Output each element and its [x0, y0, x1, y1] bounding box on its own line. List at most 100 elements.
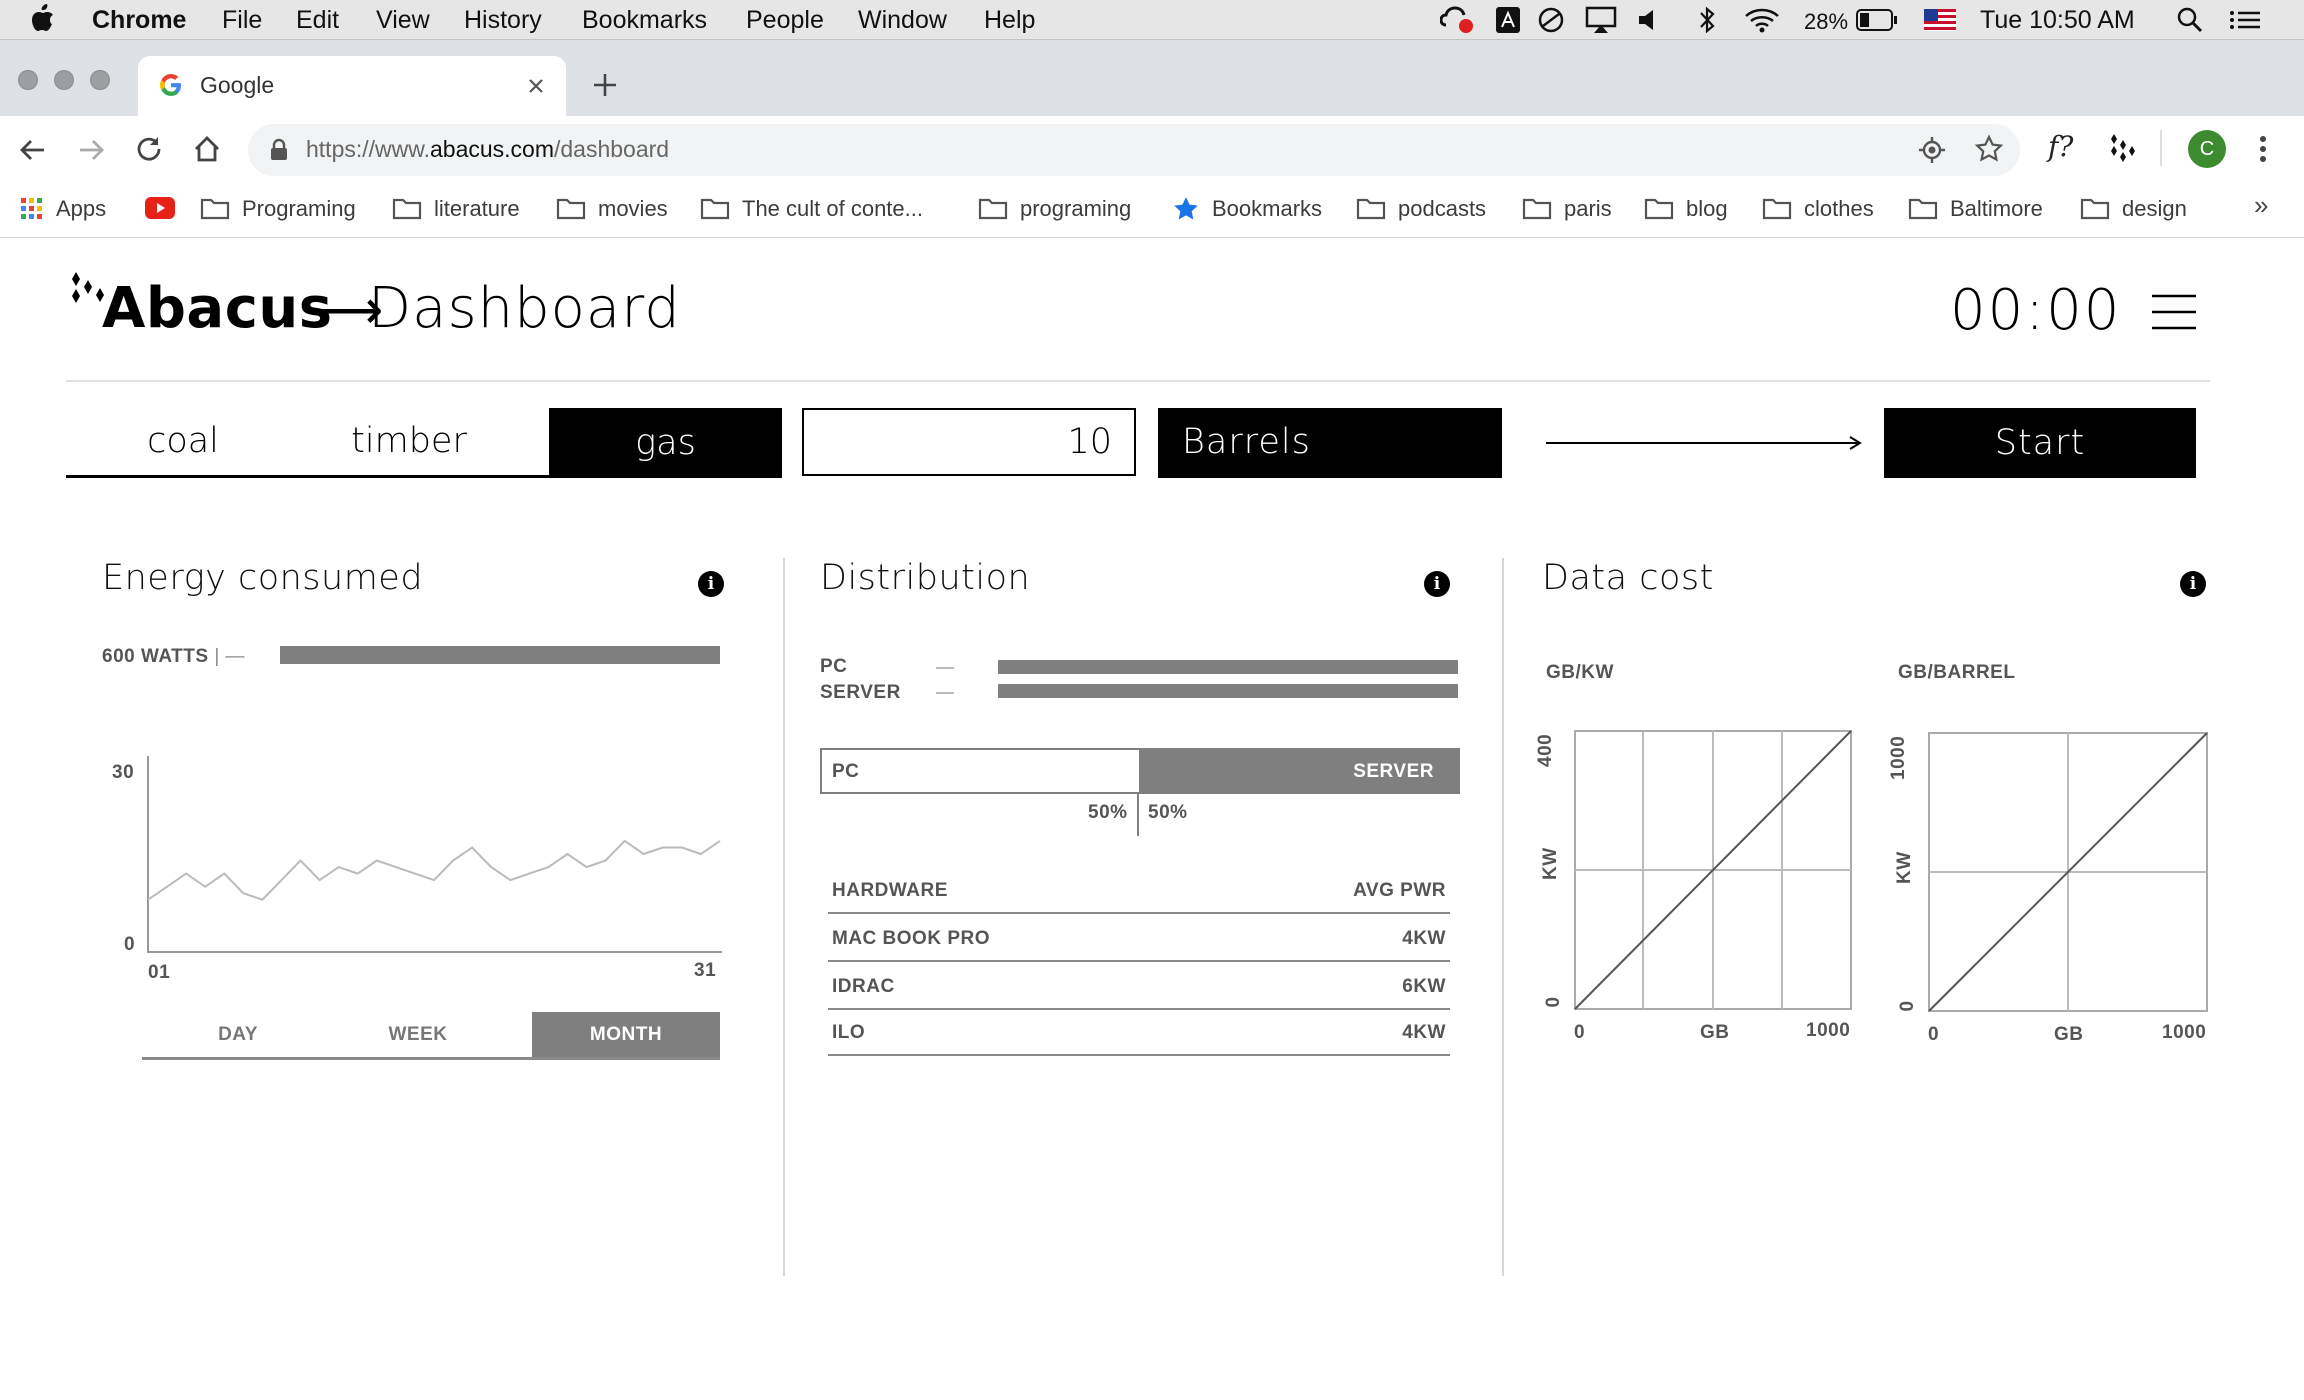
pc-bar	[998, 660, 1458, 674]
energy-panel-title: Energy consumed	[102, 558, 424, 598]
us-flag-icon[interactable]	[1924, 9, 1956, 31]
address-bar[interactable]: https://www.abacus.com/dashboard	[248, 124, 2020, 176]
quantity-value: 10	[1067, 422, 1112, 462]
youtube-icon[interactable]	[144, 196, 176, 220]
menu-help[interactable]: Help	[984, 6, 1035, 34]
range-week-tab[interactable]: WEEK	[322, 1012, 514, 1057]
gb-barrel-y-max-label: 1000	[1888, 735, 1909, 780]
folder-icon	[1522, 198, 1552, 220]
col-avg-pwr: AVG PWR	[1353, 880, 1446, 901]
gb-kw-y-max-label: 400	[1535, 733, 1556, 767]
url-text[interactable]: https://www.abacus.com/dashboard	[306, 136, 669, 163]
table-row: IDRAC 6KW	[828, 964, 1450, 1010]
menu-people[interactable]: People	[746, 6, 824, 34]
bookmark-folder-paris[interactable]: paris	[1522, 192, 1612, 226]
unit-select[interactable]: Barrels	[1158, 408, 1502, 478]
bookmark-folder-podcasts[interactable]: podcasts	[1356, 192, 1486, 226]
start-button[interactable]: Start	[1884, 408, 2196, 478]
brand-name[interactable]: Abacus	[102, 276, 333, 341]
bookmark-bookmarks[interactable]: Bookmarks	[1172, 192, 1322, 226]
resource-coal-tab[interactable]: coal	[66, 408, 300, 475]
apple-logo-icon[interactable]	[30, 4, 56, 34]
folder-icon	[2080, 198, 2110, 220]
clock[interactable]: Tue 10:50 AM	[1980, 6, 2135, 34]
menu-bookmarks[interactable]: Bookmarks	[582, 6, 707, 34]
bookmark-folder-blog[interactable]: blog	[1644, 192, 1728, 226]
home-icon[interactable]	[192, 134, 222, 164]
profile-avatar[interactable]: C	[2188, 130, 2226, 168]
distribution-panel-title: Distribution	[820, 558, 1031, 598]
bookmark-label: paris	[1564, 196, 1612, 221]
watts-bar	[280, 646, 720, 664]
bookmark-label: The cult of conte...	[742, 196, 923, 221]
bookmark-folder-programing-2[interactable]: programing	[978, 192, 1131, 226]
quantity-input[interactable]: 10	[802, 408, 1136, 476]
hamburger-menu-icon[interactable]	[2150, 292, 2198, 332]
wifi-icon[interactable]	[1742, 5, 1782, 35]
window-minimize-button[interactable]	[54, 70, 74, 90]
tab-close-icon[interactable]	[526, 76, 546, 96]
energy-x-end-label: 31	[694, 960, 717, 981]
browser-tab[interactable]: Google	[138, 56, 566, 116]
bookmark-folder-movies[interactable]: movies	[556, 192, 668, 226]
range-day-tab[interactable]: DAY	[142, 1012, 334, 1057]
bookmark-folder-literature[interactable]: literature	[392, 192, 520, 226]
menu-file[interactable]: File	[222, 6, 262, 34]
gb-kw-x-axis-label: GB	[1700, 1022, 1730, 1043]
volume-icon[interactable]	[1636, 5, 1664, 35]
menu-window[interactable]: Window	[858, 6, 947, 34]
creative-cloud-icon[interactable]	[1440, 5, 1476, 35]
distribution-info-icon[interactable]: i	[1424, 571, 1450, 597]
notification-center-icon[interactable]	[2228, 5, 2262, 35]
data-cost-info-icon[interactable]: i	[2180, 571, 2206, 597]
resource-timber-tab[interactable]: timber	[292, 408, 526, 475]
apps-grid-icon	[21, 198, 42, 219]
hardware-name: ILO	[832, 1022, 866, 1043]
abacus-extension-icon[interactable]	[2108, 132, 2138, 164]
range-month-tab[interactable]: MONTH	[532, 1012, 720, 1057]
gb-barrel-y-axis-label: KW	[1894, 851, 1915, 884]
fontface-extension-icon[interactable]: f?	[2048, 130, 2073, 163]
adobe-acrobat-icon[interactable]	[1494, 5, 1522, 35]
energy-info-icon[interactable]: i	[698, 571, 724, 597]
battery-percent: 28%	[1804, 9, 1849, 34]
bookmarks-overflow-button[interactable]: »	[2254, 190, 2268, 221]
bookmark-folder-design[interactable]: design	[2080, 192, 2187, 226]
back-icon[interactable]	[18, 136, 48, 164]
hardware-pwr: 6KW	[1402, 976, 1446, 997]
bookmark-apps[interactable]: Apps	[20, 192, 106, 226]
unit-value: Barrels	[1182, 422, 1311, 462]
bluetooth-icon[interactable]	[1696, 5, 1718, 35]
forward-icon[interactable]	[76, 136, 106, 164]
window-close-button[interactable]	[18, 70, 38, 90]
location-icon[interactable]	[1918, 136, 1946, 164]
bookmark-folder-baltimore[interactable]: Baltimore	[1908, 192, 2043, 226]
window-zoom-button[interactable]	[90, 70, 110, 90]
gb-kw-y-min-label: 0	[1543, 996, 1564, 1008]
resource-gas-tab[interactable]: gas	[549, 408, 782, 478]
menu-view[interactable]: View	[376, 6, 430, 34]
menu-edit[interactable]: Edit	[296, 6, 339, 34]
energy-x-start-label: 01	[148, 962, 171, 983]
bookmark-label: Bookmarks	[1212, 196, 1323, 221]
bookmark-label: Baltimore	[1950, 196, 2043, 221]
bookmark-label: blog	[1686, 196, 1728, 221]
airplay-icon[interactable]	[1584, 5, 1618, 35]
do-not-disturb-icon[interactable]	[1536, 5, 1566, 35]
bookmark-folder-clothes[interactable]: clothes	[1762, 192, 1874, 226]
more-menu-icon[interactable]	[2254, 134, 2272, 164]
folder-icon	[1908, 198, 1938, 220]
bookmark-star-icon[interactable]	[1974, 134, 2004, 164]
battery-icon[interactable]	[1856, 8, 1898, 32]
watts-separator: | —	[214, 646, 246, 667]
lock-icon[interactable]	[270, 138, 288, 162]
reload-icon[interactable]	[134, 134, 164, 164]
folder-icon	[1762, 198, 1792, 220]
new-tab-icon[interactable]	[592, 72, 618, 98]
spotlight-search-icon[interactable]	[2176, 5, 2204, 35]
bookmark-folder-cult-of-content[interactable]: The cult of conte...	[700, 192, 923, 226]
menu-history[interactable]: History	[464, 6, 542, 34]
app-menu-chrome[interactable]: Chrome	[92, 6, 186, 34]
energy-y-max-label: 30	[112, 762, 135, 783]
bookmark-folder-programing[interactable]: Programing	[200, 192, 356, 226]
